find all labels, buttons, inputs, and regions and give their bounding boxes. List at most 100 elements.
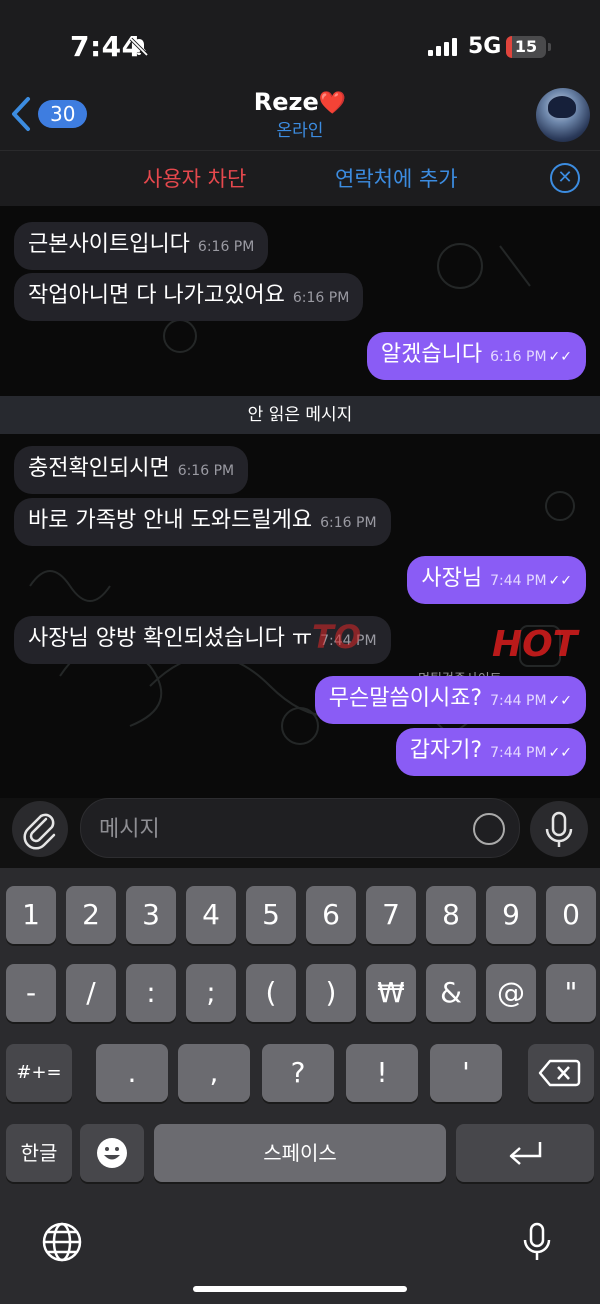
- add-contact-button[interactable]: 연락처에 추가: [335, 163, 458, 193]
- message-time: 7:44 PM: [490, 693, 547, 709]
- key-3[interactable]: 3: [126, 886, 176, 944]
- key-comma[interactable]: ,: [178, 1044, 250, 1102]
- watermark-logo: TO: [312, 618, 361, 656]
- close-icon[interactable]: ✕: [550, 163, 580, 193]
- message-text: 사장님 양방 확인되셨습니다 ㅠ: [28, 626, 313, 651]
- message-bubble-incoming[interactable]: 근본사이트입니다 6:16 PM: [14, 222, 269, 270]
- emoji-key[interactable]: [80, 1124, 144, 1182]
- key-6[interactable]: 6: [306, 886, 356, 944]
- message-bubble-outgoing[interactable]: 무슨말씀이시죠? 7:44 PM ✓✓: [314, 676, 586, 724]
- voice-record-button[interactable]: [530, 801, 588, 857]
- read-check-icon: ✓✓: [548, 349, 572, 365]
- key-8[interactable]: 8: [426, 886, 476, 944]
- chat-title: Reze❤️: [0, 88, 600, 116]
- key-2[interactable]: 2: [66, 886, 116, 944]
- message-time: 6:16 PM: [320, 515, 377, 531]
- message-time: 7:44 PM: [490, 745, 547, 761]
- key-slash[interactable]: /: [66, 964, 116, 1022]
- status-bar: 7:44 5G 15: [0, 0, 600, 88]
- return-icon: [509, 1142, 542, 1165]
- message-text: 근본사이트입니다: [28, 232, 190, 257]
- message-bubble-incoming[interactable]: 작업아니면 다 나가고있어요 6:16 PM: [14, 273, 364, 321]
- heart-emoji: ❤️: [318, 91, 347, 116]
- key-open-paren[interactable]: (: [246, 964, 296, 1022]
- return-key[interactable]: [456, 1124, 594, 1182]
- globe-icon[interactable]: [40, 1220, 84, 1264]
- emoji-icon: [97, 1138, 127, 1168]
- message-text: 작업아니면 다 나가고있어요: [28, 283, 285, 308]
- key-4[interactable]: 4: [186, 886, 236, 944]
- message-bubble-outgoing[interactable]: 사장님 7:44 PM ✓✓: [407, 556, 586, 604]
- unread-count-badge: 30: [38, 100, 88, 128]
- contact-name: Reze: [253, 88, 319, 116]
- message-time: 7:44 PM: [490, 573, 547, 589]
- chat-header: Reze❤️ 온라인 30: [0, 88, 600, 150]
- watermark-brand-left: TO: [312, 618, 362, 656]
- online-status: 온라인: [276, 121, 324, 141]
- network-label: 5G: [468, 34, 502, 59]
- bell-muted-icon: [129, 37, 149, 57]
- key-apostrophe[interactable]: ': [430, 1044, 502, 1102]
- key-question[interactable]: ?: [262, 1044, 334, 1102]
- key-ampersand[interactable]: &: [426, 964, 476, 1022]
- message-text: 충전확인되시면: [28, 456, 170, 481]
- battery-percent: 15: [514, 37, 538, 56]
- message-list[interactable]: 근본사이트입니다 6:16 PM 작업아니면 다 나가고있어요 6:16 PM 알겠…: [0, 206, 600, 798]
- watermark-hot: HOT: [492, 624, 577, 665]
- block-user-button[interactable]: 사용자 차단: [143, 163, 246, 193]
- message-text: 바로 가족방 안내 도와드릴게요: [28, 508, 313, 533]
- key-0[interactable]: 0: [546, 886, 596, 944]
- message-bubble-outgoing[interactable]: 갑자기? 7:44 PM ✓✓: [395, 728, 586, 776]
- key-quote[interactable]: ": [546, 964, 596, 1022]
- sticker-icon[interactable]: [473, 813, 505, 845]
- message-time: 6:16 PM: [197, 239, 255, 255]
- message-bubble-incoming[interactable]: 바로 가족방 안내 도와드릴게요 6:16 PM: [14, 498, 391, 546]
- message-time: 6:16 PM: [490, 349, 547, 365]
- chat-title-area[interactable]: Reze❤️ 온라인: [0, 88, 600, 141]
- key-period[interactable]: .: [96, 1044, 168, 1102]
- language-key[interactable]: 한글: [6, 1124, 72, 1182]
- backspace-icon: [538, 1059, 581, 1087]
- read-check-icon: ✓✓: [548, 573, 572, 589]
- message-text: 알겠습니다: [380, 342, 483, 367]
- key-5[interactable]: 5: [246, 886, 296, 944]
- dictation-mic-icon[interactable]: [520, 1220, 554, 1264]
- battery-tip: [548, 43, 551, 51]
- signal-icon: [428, 38, 457, 56]
- read-check-icon: ✓✓: [548, 693, 572, 709]
- battery-icon: 15: [506, 36, 546, 58]
- paperclip-icon: [23, 813, 56, 850]
- keyboard: 1 2 3 4 5 6 7 8 9 0 - / : ; ( ) ₩ & @ " …: [0, 868, 600, 1304]
- message-composer: [0, 798, 600, 868]
- attach-button[interactable]: [12, 801, 68, 857]
- key-exclamation[interactable]: !: [346, 1044, 418, 1102]
- back-button[interactable]: 30: [10, 96, 88, 132]
- message-text: 갑자기?: [409, 738, 483, 763]
- message-input[interactable]: [97, 809, 461, 849]
- key-dash[interactable]: -: [6, 964, 56, 1022]
- key-1[interactable]: 1: [6, 886, 56, 944]
- avatar[interactable]: [536, 88, 590, 142]
- key-7[interactable]: 7: [366, 886, 416, 944]
- key-semicolon[interactable]: ;: [186, 964, 236, 1022]
- microphone-icon: [545, 811, 573, 847]
- read-check-icon: ✓✓: [548, 745, 572, 761]
- message-time: 6:16 PM: [292, 290, 350, 306]
- space-key[interactable]: 스페이스: [154, 1124, 446, 1182]
- key-colon[interactable]: :: [126, 964, 176, 1022]
- watermark-brand-right: HOT: [492, 624, 578, 665]
- message-bubble-outgoing[interactable]: 알겠습니다 6:16 PM ✓✓: [366, 332, 586, 380]
- key-9[interactable]: 9: [486, 886, 536, 944]
- message-input-wrapper: [80, 798, 520, 858]
- message-text: 무슨말씀이시죠?: [328, 686, 483, 711]
- message-bubble-incoming[interactable]: 충전확인되시면 6:16 PM: [14, 446, 249, 494]
- contact-action-bar: 사용자 차단 연락처에 추가 ✕: [0, 150, 600, 207]
- key-close-paren[interactable]: ): [306, 964, 356, 1022]
- unread-divider: 안 읽은 메시지: [0, 396, 600, 434]
- symbols-mode-key[interactable]: #+=: [6, 1044, 72, 1102]
- home-indicator[interactable]: [193, 1286, 407, 1292]
- chevron-left-icon: [12, 97, 30, 131]
- key-at[interactable]: @: [486, 964, 536, 1022]
- delete-key[interactable]: [528, 1044, 594, 1102]
- key-won[interactable]: ₩: [366, 964, 416, 1022]
